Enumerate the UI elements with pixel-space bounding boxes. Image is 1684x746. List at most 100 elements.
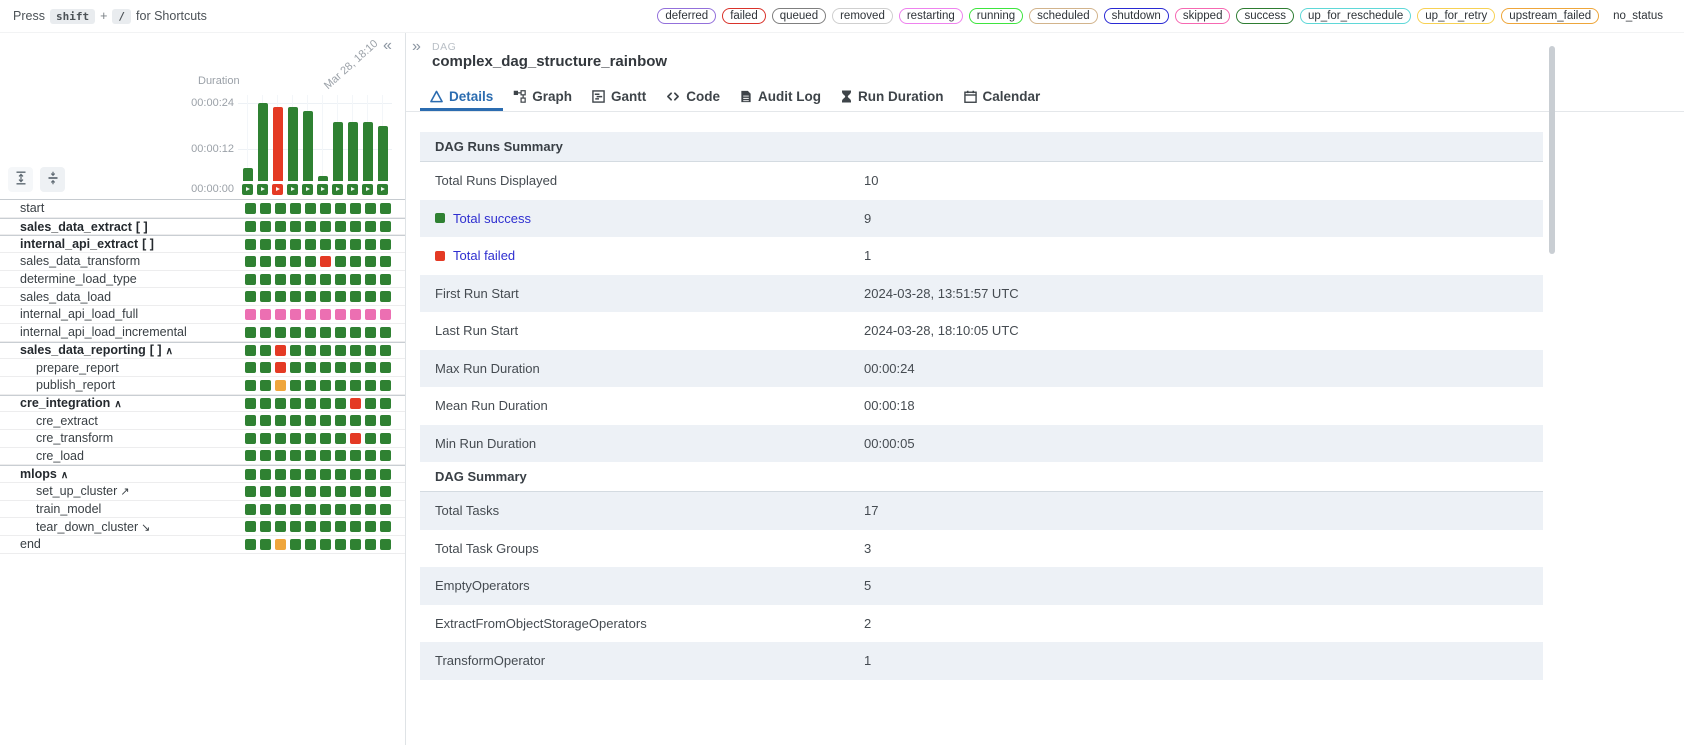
- task-row-sales_data_load[interactable]: sales_data_load: [0, 288, 405, 306]
- task-name[interactable]: internal_api_load_incremental: [20, 325, 187, 339]
- task-instance-square[interactable]: [305, 415, 316, 426]
- task-instance-square[interactable]: [290, 469, 301, 480]
- expand-details-panel-icon[interactable]: »: [412, 39, 421, 55]
- task-instance-square[interactable]: [365, 380, 376, 391]
- task-instance-square[interactable]: [245, 362, 256, 373]
- task-instance-square[interactable]: [335, 239, 346, 250]
- task-instance-square[interactable]: [380, 362, 391, 373]
- task-row-internal_api_load_incremental[interactable]: internal_api_load_incremental: [0, 324, 405, 342]
- task-instance-square[interactable]: [365, 274, 376, 285]
- run-duration-bar[interactable]: [243, 168, 253, 181]
- task-instance-square[interactable]: [275, 398, 286, 409]
- task-name[interactable]: internal_api_load_full: [20, 307, 138, 321]
- task-instance-square[interactable]: [275, 486, 286, 497]
- dag-run-square[interactable]: [257, 184, 268, 195]
- task-instance-square[interactable]: [290, 291, 301, 302]
- task-instance-square[interactable]: [260, 239, 271, 250]
- task-row-internal_api_extract[interactable]: internal_api_extract[ ]: [0, 235, 405, 253]
- task-row-cre_load[interactable]: cre_load: [0, 448, 405, 466]
- task-instance-square[interactable]: [350, 345, 361, 356]
- task-instance-square[interactable]: [335, 256, 346, 267]
- task-instance-square[interactable]: [290, 415, 301, 426]
- task-instance-square[interactable]: [320, 398, 331, 409]
- task-instance-square[interactable]: [350, 327, 361, 338]
- task-instance-square[interactable]: [380, 345, 391, 356]
- task-instance-square[interactable]: [275, 521, 286, 532]
- status-badge-up_for_retry[interactable]: up_for_retry: [1417, 8, 1495, 24]
- collapse-grid-panel-icon[interactable]: «: [383, 38, 392, 54]
- task-instance-square[interactable]: [320, 521, 331, 532]
- task-instance-square[interactable]: [350, 362, 361, 373]
- task-instance-square[interactable]: [275, 415, 286, 426]
- task-instance-square[interactable]: [305, 256, 316, 267]
- task-instance-square[interactable]: [335, 504, 346, 515]
- task-instance-square[interactable]: [290, 450, 301, 461]
- task-row-determine_load_type[interactable]: determine_load_type: [0, 271, 405, 289]
- task-instance-square[interactable]: [335, 539, 346, 550]
- task-instance-square[interactable]: [245, 203, 256, 214]
- task-instance-square[interactable]: [245, 327, 256, 338]
- task-instance-square[interactable]: [350, 504, 361, 515]
- task-instance-square[interactable]: [380, 309, 391, 320]
- task-instance-square[interactable]: [365, 239, 376, 250]
- task-instance-square[interactable]: [365, 256, 376, 267]
- task-instance-square[interactable]: [290, 345, 301, 356]
- task-instance-square[interactable]: [380, 256, 391, 267]
- task-instance-square[interactable]: [305, 309, 316, 320]
- status-badge-queued[interactable]: queued: [772, 8, 826, 24]
- task-instance-square[interactable]: [275, 203, 286, 214]
- task-instance-square[interactable]: [380, 469, 391, 480]
- task-name[interactable]: sales_data_transform: [20, 254, 140, 268]
- task-instance-square[interactable]: [320, 380, 331, 391]
- status-badge-restarting[interactable]: restarting: [899, 8, 963, 24]
- task-instance-square[interactable]: [245, 256, 256, 267]
- task-instance-square[interactable]: [260, 450, 271, 461]
- status-badge-removed[interactable]: removed: [832, 8, 893, 24]
- task-instance-square[interactable]: [275, 327, 286, 338]
- task-instance-square[interactable]: [350, 291, 361, 302]
- task-instance-square[interactable]: [350, 398, 361, 409]
- task-instance-square[interactable]: [260, 415, 271, 426]
- tab-calendar[interactable]: Calendar: [954, 84, 1051, 111]
- task-instance-square[interactable]: [275, 309, 286, 320]
- task-instance-square[interactable]: [245, 433, 256, 444]
- run-duration-bar[interactable]: [303, 111, 313, 181]
- task-instance-square[interactable]: [335, 415, 346, 426]
- task-instance-square[interactable]: [290, 274, 301, 285]
- task-instance-square[interactable]: [365, 309, 376, 320]
- task-name[interactable]: start: [20, 201, 44, 215]
- dag-run-square[interactable]: [242, 184, 253, 195]
- task-instance-square[interactable]: [245, 398, 256, 409]
- task-instance-square[interactable]: [335, 291, 346, 302]
- task-instance-square[interactable]: [350, 486, 361, 497]
- task-row-sales_data_transform[interactable]: sales_data_transform: [0, 253, 405, 271]
- task-instance-square[interactable]: [260, 539, 271, 550]
- dag-run-square[interactable]: [347, 184, 358, 195]
- task-instance-square[interactable]: [320, 539, 331, 550]
- task-instance-square[interactable]: [320, 433, 331, 444]
- task-instance-square[interactable]: [305, 450, 316, 461]
- task-instance-square[interactable]: [290, 521, 301, 532]
- task-name[interactable]: determine_load_type: [20, 272, 137, 286]
- task-instance-square[interactable]: [305, 239, 316, 250]
- task-instance-square[interactable]: [350, 309, 361, 320]
- task-instance-square[interactable]: [320, 203, 331, 214]
- task-row-start[interactable]: start: [0, 200, 405, 218]
- task-name[interactable]: cre_integration: [20, 396, 110, 410]
- task-instance-square[interactable]: [380, 504, 391, 515]
- task-instance-square[interactable]: [320, 415, 331, 426]
- task-instance-square[interactable]: [320, 221, 331, 232]
- task-instance-square[interactable]: [260, 398, 271, 409]
- task-row-mlops[interactable]: mlops∧: [0, 465, 405, 483]
- task-instance-square[interactable]: [305, 362, 316, 373]
- task-instance-square[interactable]: [245, 504, 256, 515]
- task-instance-square[interactable]: [335, 274, 346, 285]
- task-instance-square[interactable]: [350, 539, 361, 550]
- task-instance-square[interactable]: [305, 345, 316, 356]
- task-instance-square[interactable]: [275, 256, 286, 267]
- task-instance-square[interactable]: [290, 539, 301, 550]
- task-instance-square[interactable]: [335, 221, 346, 232]
- status-badge-failed[interactable]: failed: [722, 8, 766, 24]
- dag-run-square[interactable]: [287, 184, 298, 195]
- task-row-end[interactable]: end: [0, 536, 405, 554]
